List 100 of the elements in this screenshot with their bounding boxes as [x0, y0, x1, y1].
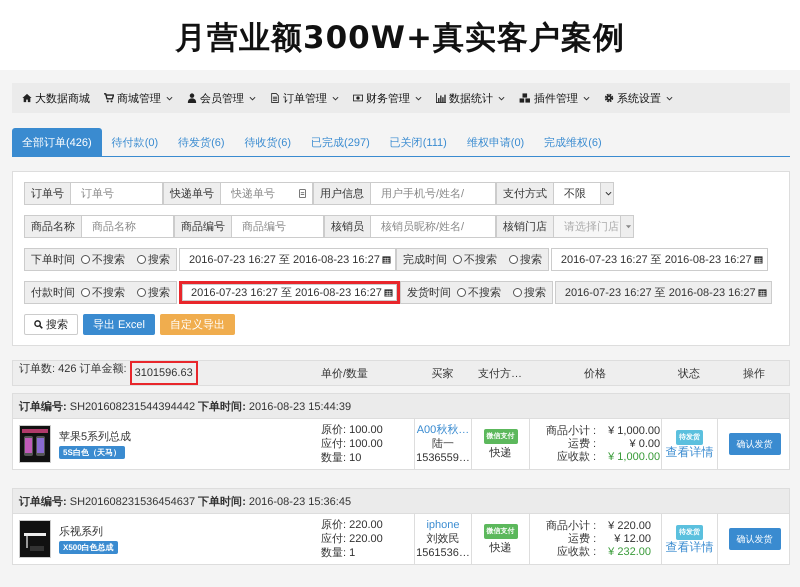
column-header: 状态: [677, 366, 701, 380]
field-label: 核销员: [324, 215, 371, 238]
search-button[interactable]: 搜索: [24, 314, 78, 335]
field-label: 快递单号: [163, 182, 221, 205]
field-label: 核销门店: [496, 215, 554, 238]
total-label: 运费 :: [568, 438, 596, 450]
total-label: 商品小计 :: [546, 520, 596, 532]
buyer-info: 1561536…: [416, 546, 470, 560]
field-label: 下单时间: [31, 253, 75, 267]
cart-icon: [104, 93, 114, 103]
total-value: ¥ 220.00: [608, 520, 651, 532]
nav-menu-item[interactable]: 订单管理: [270, 90, 350, 106]
home-icon: [22, 93, 32, 103]
details-link[interactable]: 查看详情: [666, 540, 714, 554]
calendar-icon: [384, 288, 393, 297]
confirm-ship-button[interactable]: 确认发货: [728, 528, 780, 550]
caret-icon: [624, 224, 632, 229]
product-name: 乐视系列: [59, 524, 103, 539]
contact-card-icon: [299, 189, 306, 198]
gear-icon: [604, 93, 614, 103]
column-header: 支付方…: [477, 366, 523, 380]
export-button[interactable]: 导出 Excel: [83, 314, 155, 335]
nav-menu-item[interactable]: 财务管理: [353, 90, 433, 106]
user-icon: [187, 93, 197, 103]
field-label: 付款时间: [31, 286, 75, 300]
dropdown[interactable]: 不限: [554, 182, 614, 205]
price-line: 原价: 100.00: [321, 424, 383, 436]
field-label: 商品编号: [174, 215, 232, 238]
date-range-field[interactable]: 2016-07-23 16:27 至 2016-08-23 16:27: [179, 248, 396, 271]
order-amount: 3101596.63: [130, 361, 198, 385]
total-label: 应收款 :: [556, 450, 596, 464]
cubes-icon: [519, 93, 531, 103]
input-field[interactable]: 快递单号: [221, 182, 313, 205]
document-icon: [270, 93, 280, 103]
date-range-field[interactable]: 2016-07-23 16:27 至 2016-08-23 16:27: [550, 248, 768, 271]
input-field[interactable]: 商品编号: [232, 215, 324, 238]
details-link[interactable]: 查看详情: [666, 446, 714, 458]
radio-option[interactable]: 搜索: [137, 252, 170, 267]
price-line: 原价: 220.00: [321, 518, 383, 532]
nav-menu-item[interactable]: 数据统计: [436, 90, 516, 106]
calendar-icon: [754, 255, 763, 264]
price-line: 应付: 100.00: [321, 438, 383, 450]
price-line: 应付: 220.00: [321, 532, 383, 546]
total-value: ¥ 12.00: [613, 532, 651, 546]
buyer-info: 陆一: [432, 438, 454, 450]
banknote-icon: [353, 93, 363, 103]
price-line: 数量: 10: [321, 452, 362, 464]
total-value: ¥ 232.00: [608, 546, 651, 558]
buyer-link[interactable]: iphone: [426, 518, 460, 532]
nav-menu-item[interactable]: 插件管理: [519, 90, 601, 106]
order-info: 订单编号: SH201608231544394442 下单时间: 2016-08-23 15:44:39: [19, 400, 352, 414]
total-label: 商品小计 :: [546, 424, 596, 438]
radio-option[interactable]: 不搜索: [452, 252, 497, 267]
column-header: 买家: [430, 366, 454, 380]
buyer-info: 1536559…: [416, 452, 470, 464]
calendar-icon: [758, 288, 767, 297]
input-field[interactable]: 商品名称: [82, 215, 174, 238]
total-value: ¥ 1,000.00: [608, 424, 660, 438]
field-label: 完成时间: [402, 252, 447, 267]
caret-icon: [415, 96, 422, 100]
total-value: ¥ 0.00: [628, 438, 660, 450]
nav-menu-item[interactable]: 系统设置: [604, 90, 684, 106]
shipping-method: 快递: [490, 542, 512, 554]
column-header: 价格: [583, 366, 607, 380]
confirm-ship-button[interactable]: 确认发货: [728, 433, 780, 455]
date-range-field[interactable]: 2016-07-23 16:27 至 2016-08-23 16:27: [179, 281, 400, 304]
price-line: 数量: 1: [321, 546, 356, 560]
input-field[interactable]: 订单号: [71, 182, 163, 205]
nav-menu-item[interactable]: 大数据商城: [22, 90, 101, 106]
input-field[interactable]: 用户手机号/姓名/: [371, 182, 496, 205]
total-label: 应收款 :: [556, 546, 596, 558]
total-label: 运费 :: [567, 532, 596, 546]
shipping-method: 快递: [490, 446, 512, 460]
buyer-link[interactable]: A00秋秋…: [416, 424, 470, 436]
banner-title: 月营业额300W+真实客户案例: [0, 0, 800, 70]
field-label: 订单号: [24, 182, 71, 205]
field-label: 发货时间: [406, 286, 451, 300]
nav-menu-item[interactable]: 商城管理: [104, 90, 184, 106]
caret-icon: [604, 191, 612, 196]
radio-option[interactable]: 搜索: [137, 285, 170, 300]
tab[interactable]: 全部订单(426): [12, 128, 102, 156]
input-field[interactable]: 核销员昵称/姓名/: [371, 215, 496, 238]
caret-icon: [666, 96, 673, 100]
caret-icon: [583, 96, 590, 100]
total-value: ¥ 1,000.00: [608, 450, 660, 464]
product-tag: 5S白色（天马）: [59, 446, 125, 459]
radio-option[interactable]: 不搜索: [81, 252, 125, 267]
calendar-icon: [382, 255, 391, 264]
nav-menu-item[interactable]: 会员管理: [187, 90, 267, 106]
column-header: 单价/数量: [320, 366, 370, 380]
field-label: 商品名称: [24, 215, 82, 238]
caret-icon: [166, 96, 173, 100]
radio-option[interactable]: 不搜索: [81, 285, 125, 300]
product-name: 苹果5系列总成: [59, 430, 132, 444]
buyer-info: 刘效民: [426, 532, 460, 546]
radio-option[interactable]: 搜索: [508, 252, 542, 267]
order-summary: 订单数: 426 订单金额:: [19, 362, 127, 377]
column-header: 操作: [742, 366, 766, 380]
search-icon: [34, 320, 43, 329]
caret-icon: [332, 96, 339, 100]
